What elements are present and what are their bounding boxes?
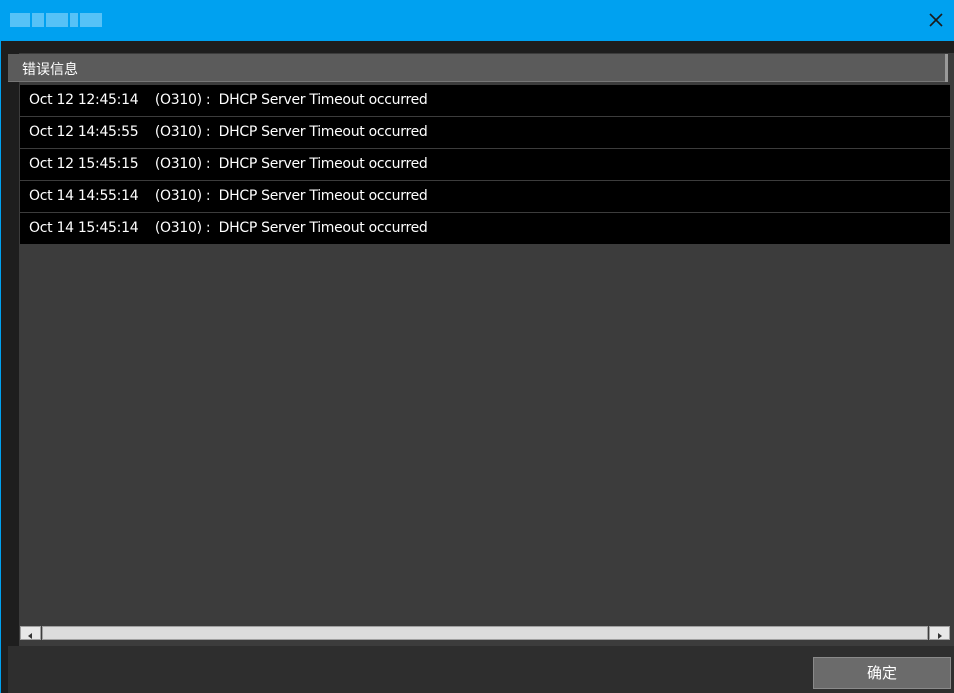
- horizontal-scrollbar[interactable]: [20, 626, 950, 640]
- list-item[interactable]: Oct 12 14:45:55 (O310) : DHCP Server Tim…: [20, 117, 950, 149]
- close-icon: [929, 13, 943, 27]
- list-item[interactable]: Oct 14 14:55:14 (O310) : DHCP Server Tim…: [20, 181, 950, 213]
- arrow-right-icon: [938, 633, 942, 639]
- list-item[interactable]: Oct 12 12:45:14 (O310) : DHCP Server Tim…: [20, 85, 950, 117]
- scroll-track[interactable]: [42, 626, 928, 640]
- close-button[interactable]: [924, 8, 948, 32]
- window-title-obscured: [10, 13, 102, 27]
- error-entry-text: Oct 12 12:45:14 (O310) : DHCP Server Tim…: [29, 92, 428, 108]
- arrow-left-icon: [28, 633, 32, 639]
- header-divider: [945, 54, 948, 82]
- column-header-error-info: 错误信息: [22, 62, 78, 78]
- title-bar[interactable]: [0, 0, 954, 41]
- list-item[interactable]: Oct 12 15:45:15 (O310) : DHCP Server Tim…: [20, 149, 950, 181]
- error-dialog: 错误信息 Oct 12 12:45:14 (O310) : DHCP Serve…: [0, 0, 954, 693]
- error-list-header[interactable]: 错误信息: [8, 54, 948, 82]
- list-item[interactable]: Oct 14 15:45:14 (O310) : DHCP Server Tim…: [20, 213, 950, 245]
- error-entry-text: Oct 14 14:55:14 (O310) : DHCP Server Tim…: [29, 188, 428, 204]
- scroll-left-button[interactable]: [20, 626, 41, 640]
- scroll-right-button[interactable]: [929, 626, 950, 640]
- error-rows: Oct 12 12:45:14 (O310) : DHCP Server Tim…: [20, 85, 950, 245]
- error-entry-text: Oct 12 14:45:55 (O310) : DHCP Server Tim…: [29, 124, 428, 140]
- error-entry-text: Oct 14 15:45:14 (O310) : DHCP Server Tim…: [29, 220, 428, 236]
- error-entry-text: Oct 12 15:45:15 (O310) : DHCP Server Tim…: [29, 156, 428, 172]
- ok-button[interactable]: 确定: [813, 657, 951, 689]
- window-left-edge: [0, 41, 8, 693]
